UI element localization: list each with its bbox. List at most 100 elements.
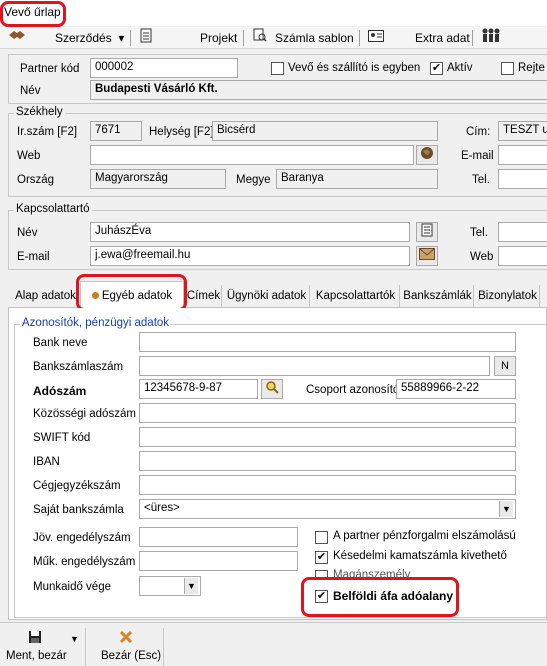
web-label: Web xyxy=(17,150,41,162)
cash-flow-checkbox[interactable] xyxy=(315,531,328,544)
group-id-label: Csoport azonosító xyxy=(306,384,400,396)
highlight-vat xyxy=(301,577,459,617)
worktime-end-select[interactable]: ▼ xyxy=(139,576,201,596)
tab-basic[interactable]: Alap adatok xyxy=(14,285,78,307)
city-label: Helység [F2] xyxy=(149,126,214,138)
country-label: Ország xyxy=(17,174,55,186)
tab-documents[interactable]: Bizonylatok xyxy=(476,285,540,307)
clipboard-icon[interactable] xyxy=(140,27,152,49)
county-input[interactable]: Baranya xyxy=(276,169,438,189)
bank-account-input[interactable] xyxy=(139,356,490,376)
contact-name-input[interactable]: JuhászÉva xyxy=(90,222,410,242)
tab-contacts[interactable]: Kapcsolattartók xyxy=(312,285,400,307)
handshake-icon[interactable] xyxy=(8,27,26,49)
buyer-shipper-label: Vevő és szállító is egyben xyxy=(288,62,421,74)
contact-phone-input[interactable] xyxy=(498,222,547,242)
contact-name-label: Név xyxy=(17,227,38,239)
people-icon[interactable] xyxy=(481,27,501,49)
tax-number-input[interactable]: 12345678-9-87 xyxy=(139,379,258,399)
op-permit-input[interactable] xyxy=(139,551,298,571)
bank-name-input[interactable] xyxy=(139,332,516,352)
bank-name-label: Bank neve xyxy=(33,337,88,349)
search-icon[interactable] xyxy=(261,379,283,399)
zip-input[interactable]: 7671 xyxy=(90,121,142,141)
contact-web-label: Web xyxy=(470,251,494,263)
close-icon xyxy=(119,630,133,647)
project-button[interactable]: Projekt xyxy=(200,27,237,49)
zip-label: Ir.szám [F2] xyxy=(17,126,78,138)
dropdown-arrow-icon[interactable]: ▼ xyxy=(184,578,198,594)
tab-agent[interactable]: Ügynöki adatok xyxy=(224,285,310,307)
buyer-shipper-checkbox[interactable] xyxy=(271,62,284,75)
contracts-menu[interactable]: Szerződés ▾ xyxy=(55,27,124,49)
name-input[interactable]: Budapesti Vásárló Kft. xyxy=(90,80,547,100)
tax-number-label: Adószám xyxy=(33,384,87,398)
email-input[interactable] xyxy=(498,145,547,165)
country-input[interactable]: Magyarország xyxy=(90,169,226,189)
close-button[interactable]: Bezár (Esc) xyxy=(88,628,164,666)
company-reg-label: Cégjegyzékszám xyxy=(33,480,121,492)
highlight-title xyxy=(0,1,66,27)
swift-input[interactable] xyxy=(139,427,516,447)
iban-label: IBAN xyxy=(33,456,60,468)
address-input[interactable]: TESZT utca xyxy=(498,121,547,141)
contact-email-label: E-mail xyxy=(17,251,50,263)
save-disk-icon xyxy=(28,630,42,647)
invoice-template-button[interactable]: Számla sablon xyxy=(275,27,354,49)
company-reg-input[interactable] xyxy=(139,475,516,495)
active-label: Aktív xyxy=(447,62,473,74)
tab-bank-accounts[interactable]: Bankszámlák xyxy=(402,285,474,307)
save-close-button[interactable]: ▼ Ment, bezár xyxy=(2,628,86,666)
partner-code-input[interactable]: 000002 xyxy=(90,58,238,78)
contracts-label: Szerződés xyxy=(55,31,112,45)
envelope-icon[interactable] xyxy=(416,246,438,266)
contact-email-input[interactable]: j.ewa@freemail.hu xyxy=(90,246,410,266)
worktime-end-label: Munkaidő vége xyxy=(33,581,111,593)
close-label: Bezár (Esc) xyxy=(101,650,162,662)
group-id-input[interactable]: 55889966-2-22 xyxy=(396,379,516,399)
document-search-icon[interactable] xyxy=(253,27,267,49)
active-checkbox[interactable]: ✔ xyxy=(430,62,443,75)
name-label: Név xyxy=(20,85,41,97)
n-button[interactable]: N xyxy=(494,356,516,376)
address-label: Cím: xyxy=(466,126,491,138)
dropdown-arrow-icon[interactable]: ▼ xyxy=(499,501,513,517)
city-input[interactable]: Bicsérd xyxy=(212,121,438,141)
title-bar: Vevő űrlap xyxy=(0,0,547,26)
own-account-select[interactable]: <üres> ▼ xyxy=(139,499,516,519)
contact-web-input[interactable] xyxy=(498,246,547,266)
eu-tax-input[interactable] xyxy=(139,403,516,423)
email-label: E-mail xyxy=(461,150,494,162)
tab-addresses[interactable]: Címek xyxy=(186,285,222,307)
own-account-label: Saját bankszámla xyxy=(33,504,124,516)
highlight-tab xyxy=(76,274,187,311)
phone-label: Tel. xyxy=(472,174,490,186)
contact-phone-label: Tel. xyxy=(470,227,488,239)
dropdown-arrow-icon: ▾ xyxy=(115,31,125,45)
seat-group-title: Székhely xyxy=(14,106,65,118)
contact-group-title: Kapcsolattartó xyxy=(14,203,92,215)
eu-tax-label: Közösségi adószám xyxy=(33,408,136,420)
late-interest-checkbox[interactable]: ✔ xyxy=(315,551,328,564)
hidden-checkbox[interactable] xyxy=(501,62,514,75)
globe-icon[interactable] xyxy=(416,145,438,165)
late-interest-label: Késedelmi kamatszámla kivethető xyxy=(333,550,507,562)
phone-input[interactable] xyxy=(498,169,547,189)
address-book-icon[interactable] xyxy=(416,222,438,242)
save-close-label: Ment, bezár xyxy=(6,650,67,662)
partner-code-label: Partner kód xyxy=(20,63,80,75)
iban-input[interactable] xyxy=(139,451,516,471)
county-label: Megye xyxy=(236,174,271,186)
dropdown-arrow-icon[interactable]: ▼ xyxy=(70,634,79,644)
extra-data-button[interactable]: Extra adat xyxy=(415,27,470,49)
bank-account-label: Bankszámlaszám xyxy=(33,361,124,373)
hidden-label: Rejte xyxy=(518,62,545,74)
id-card-icon[interactable] xyxy=(368,27,384,49)
future-permit-input[interactable] xyxy=(139,527,298,547)
web-input[interactable] xyxy=(90,145,414,165)
op-permit-label: Műk. engedélyszám xyxy=(33,556,136,568)
cash-flow-label: A partner pénzforgalmi elszámolású xyxy=(333,530,516,542)
swift-label: SWIFT kód xyxy=(33,432,91,444)
toolbar: Szerződés ▾ Projekt Számla sablon Extra … xyxy=(0,27,547,49)
own-account-value: <üres> xyxy=(144,502,180,514)
